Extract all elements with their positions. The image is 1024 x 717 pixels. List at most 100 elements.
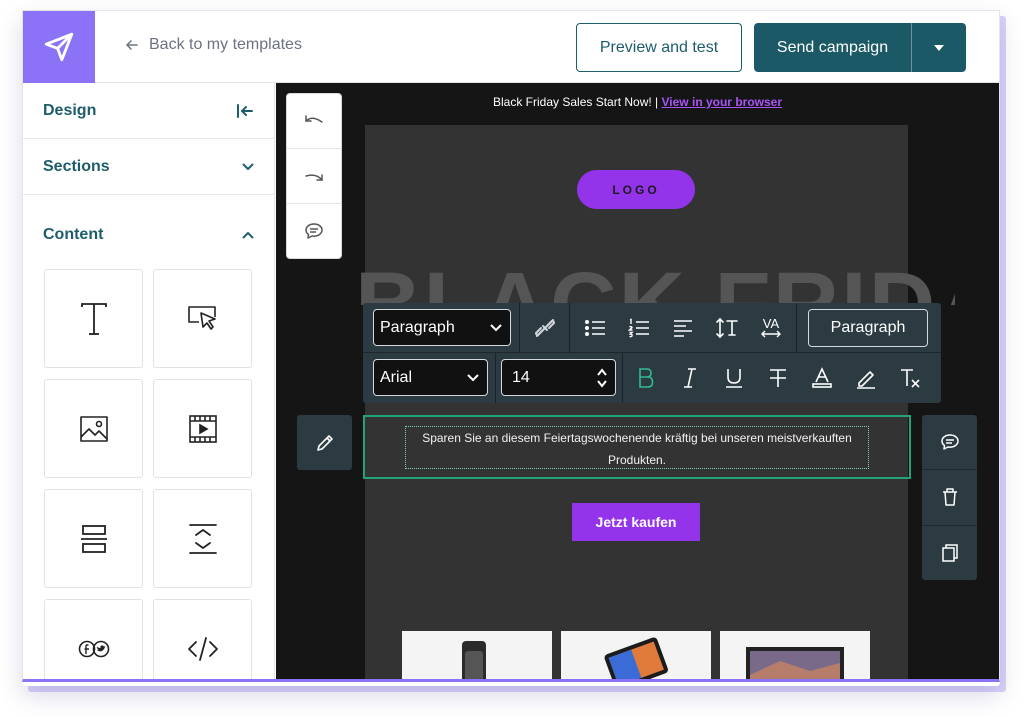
- paragraph-text[interactable]: Sparen Sie an diesem Feiertagswochenende…: [405, 426, 869, 469]
- preheader: Black Friday Sales Start Now! | View in …: [276, 95, 999, 109]
- spacer-block-tile[interactable]: [153, 489, 252, 588]
- toolbar-divider: [569, 303, 570, 353]
- paragraph-style-button[interactable]: Paragraph: [808, 309, 928, 347]
- comment-icon: [305, 223, 323, 239]
- buy-now-button[interactable]: Jetzt kaufen: [572, 503, 700, 541]
- email-body: LOGO BLACK FRIDAY Jetzt kaufen: [355, 125, 955, 679]
- letter-spacing-button[interactable]: VA: [755, 312, 787, 344]
- send-campaign-button[interactable]: Send campaign: [754, 23, 966, 72]
- duplicate-icon: [941, 544, 958, 562]
- font-family-value: Arial: [380, 368, 413, 386]
- strikethrough-button[interactable]: [762, 362, 794, 394]
- selected-paragraph-block[interactable]: Sparen Sie an diesem Feiertagswochenende…: [363, 415, 911, 479]
- highlight-button[interactable]: [850, 362, 882, 394]
- paragraph-style-label: Paragraph: [830, 319, 906, 336]
- content-blocks-grid: [44, 269, 254, 679]
- toolbar-row-2: Arial 14: [363, 353, 941, 403]
- align-left-button[interactable]: [667, 312, 699, 344]
- toolbar-divider: [796, 303, 797, 353]
- font-family-select[interactable]: Arial: [373, 359, 488, 396]
- clear-format-button[interactable]: [894, 362, 926, 394]
- editor-window: Back to my templates Preview and test Se…: [22, 10, 1000, 682]
- block-actions-toolbar: [922, 415, 977, 580]
- product-image-laptop[interactable]: [720, 631, 870, 679]
- undo-button[interactable]: [287, 94, 341, 149]
- redo-icon: [305, 174, 323, 181]
- highlighter-icon: [857, 371, 875, 389]
- chevron-down-icon: [467, 373, 479, 381]
- design-panel-header[interactable]: Design: [23, 83, 274, 139]
- code-icon: [187, 636, 218, 661]
- product-image-phone[interactable]: [561, 631, 711, 679]
- social-icons-icon: [78, 640, 109, 657]
- pencil-icon: [316, 434, 333, 451]
- delete-block-button[interactable]: [922, 470, 977, 526]
- logo-text: LOGO: [612, 182, 660, 197]
- view-in-browser-link[interactable]: View in your browser: [662, 95, 782, 109]
- spacer-icon: [188, 523, 217, 554]
- text-block-tile[interactable]: [44, 269, 143, 368]
- send-options-dropdown[interactable]: [912, 44, 966, 51]
- underline-icon: [726, 369, 742, 388]
- text-icon: [80, 302, 107, 335]
- clear-format-icon: [901, 369, 920, 388]
- italic-icon: [684, 368, 696, 388]
- redo-button[interactable]: [287, 149, 341, 204]
- line-height-button[interactable]: [711, 312, 743, 344]
- stepper-arrows-icon[interactable]: [597, 367, 607, 389]
- cursor-button-icon: [187, 305, 216, 330]
- font-size-stepper[interactable]: 14: [501, 359, 616, 396]
- paper-plane-icon: [44, 32, 74, 62]
- video-block-tile[interactable]: [153, 379, 252, 478]
- unlink-button[interactable]: [529, 312, 561, 344]
- edit-block-button[interactable]: [297, 415, 352, 470]
- toolbar-row-1: Paragraph VA Paragraph: [363, 303, 941, 353]
- text-color-button[interactable]: [806, 362, 838, 394]
- history-toolbar: [286, 93, 342, 259]
- bold-icon: [639, 368, 654, 388]
- app-logo[interactable]: [23, 11, 95, 83]
- sections-accordion[interactable]: Sections: [23, 139, 274, 195]
- comment-icon: [940, 434, 959, 450]
- block-type-select[interactable]: Paragraph: [373, 309, 511, 346]
- preview-button-label: Preview and test: [599, 38, 719, 56]
- numbered-list-button[interactable]: [623, 312, 655, 344]
- comments-button[interactable]: [287, 204, 341, 258]
- product-image-watch[interactable]: [402, 631, 552, 679]
- html-block-tile[interactable]: [153, 599, 252, 679]
- numbered-list-icon: [628, 318, 649, 338]
- letter-spacing-arrow-icon: [761, 330, 781, 338]
- chevron-down-icon: [242, 162, 254, 170]
- preheader-text: Black Friday Sales Start Now! |: [493, 95, 659, 109]
- logo-placeholder[interactable]: LOGO: [577, 170, 695, 209]
- duplicate-block-button[interactable]: [922, 526, 977, 580]
- toolbar-divider: [622, 353, 623, 403]
- hero-title[interactable]: BLACK FRIDAY: [355, 245, 955, 305]
- italic-button[interactable]: [674, 362, 706, 394]
- image-icon: [79, 415, 108, 442]
- bullet-list-button[interactable]: [579, 312, 611, 344]
- underline-button[interactable]: [718, 362, 750, 394]
- chevron-up-icon: [242, 231, 254, 239]
- phone-image: [604, 637, 668, 679]
- divider-block-tile[interactable]: [44, 489, 143, 588]
- line-height-icon: [716, 317, 738, 339]
- social-block-tile[interactable]: [44, 599, 143, 679]
- bold-button[interactable]: [630, 362, 662, 394]
- left-sidebar: Design Sections Content: [23, 83, 275, 679]
- toolbar-divider: [495, 353, 496, 403]
- strikethrough-icon: [770, 369, 786, 387]
- content-accordion[interactable]: Content: [23, 195, 274, 269]
- collapse-panel-icon[interactable]: [236, 103, 254, 119]
- preview-and-test-button[interactable]: Preview and test: [576, 23, 742, 72]
- back-to-templates-link[interactable]: Back to my templates: [125, 36, 302, 54]
- text-color-icon: [812, 367, 832, 388]
- divider-icon: [80, 524, 107, 553]
- comment-block-button[interactable]: [922, 415, 977, 471]
- content-label: Content: [43, 226, 104, 243]
- rich-text-toolbar: Paragraph VA Paragraph Arial 14: [363, 303, 941, 403]
- button-block-tile[interactable]: [153, 269, 252, 368]
- sections-label: Sections: [43, 157, 110, 175]
- image-block-tile[interactable]: [44, 379, 143, 478]
- toolbar-divider: [519, 303, 520, 353]
